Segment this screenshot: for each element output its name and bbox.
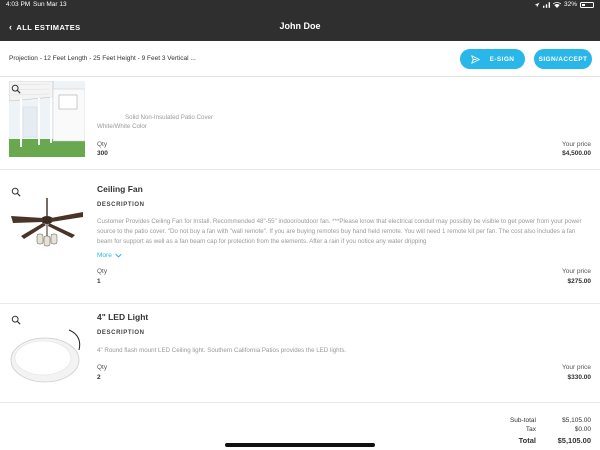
subtotal-row: Sub-total $5,105.00	[481, 417, 591, 426]
price-value: $4,500.00	[562, 150, 591, 157]
more-label: More	[97, 252, 112, 259]
item-description-line: White/White Color	[97, 123, 147, 130]
tax-label: Tax	[525, 426, 536, 433]
total-row: Total $5,105.00	[481, 436, 591, 445]
chevron-down-icon	[115, 253, 122, 258]
total-label: Total	[518, 436, 536, 445]
totals-summary: Sub-total $5,105.00 Tax $0.00 Total $5,1…	[481, 417, 591, 445]
qty-value: 2	[97, 374, 101, 381]
home-indicator[interactable]	[225, 443, 375, 447]
line-item-ceiling-fan: Ceiling Fan DESCRIPTION Customer Provide…	[0, 170, 600, 302]
status-indicators: 32%	[534, 1, 594, 8]
qty-label: Qty	[97, 141, 108, 148]
patio-cover-image[interactable]	[8, 80, 86, 157]
qty-value: 1	[97, 278, 101, 285]
sign-accept-button[interactable]: SIGN/ACCEPT	[534, 49, 592, 69]
item-description: Customer Provides Ceiling Fan for Instal…	[97, 218, 582, 245]
qty-label: Qty	[97, 268, 108, 275]
top-bar: 4:03 PM Sun Mar 13 32% ‹ ALL ESTIMATES J…	[0, 0, 600, 41]
status-date: Sun Mar 13	[33, 1, 67, 8]
subtotal-label: Sub-total	[509, 417, 536, 424]
divider	[0, 402, 600, 403]
e-sign-button[interactable]: E-SIGN	[460, 49, 525, 69]
status-bar: 4:03 PM Sun Mar 13 32%	[0, 0, 600, 10]
send-icon	[470, 54, 480, 64]
item-name: Ceiling Fan	[97, 184, 143, 194]
description-label: DESCRIPTION	[97, 202, 145, 208]
line-item-led-light: 4" LED Light DESCRIPTION 4" Round flash …	[0, 304, 600, 404]
status-time: 4:03 PM	[6, 1, 31, 8]
battery-icon	[580, 1, 594, 8]
subtotal-value: $5,105.00	[562, 417, 591, 424]
led-light-image[interactable]	[9, 320, 85, 396]
page-title: John Doe	[279, 21, 321, 31]
price-label: Your price	[561, 364, 591, 371]
line-item-patio-cover: Solid Non-Insulated Patio Cover White/Wh…	[0, 78, 600, 164]
price-value: $275.00	[567, 278, 592, 285]
header: ‹ ALL ESTIMATES John Doe	[0, 14, 600, 38]
location-icon	[534, 2, 540, 7]
item-name: 4" LED Light	[97, 312, 149, 322]
total-value: $5,105.00	[557, 436, 591, 445]
project-subheader: Projection - 12 Feet Length - 25 Feet He…	[0, 41, 600, 77]
price-label: Your price	[561, 141, 591, 148]
e-sign-label: E-SIGN	[489, 55, 515, 63]
tax-row: Tax $0.00	[481, 426, 591, 435]
led-light-illustration	[10, 329, 81, 383]
wifi-icon	[552, 1, 561, 8]
tax-value: $0.00	[574, 426, 591, 433]
description-label: DESCRIPTION	[97, 330, 145, 336]
project-title: Projection - 12 Feet Length - 25 Feet He…	[9, 55, 196, 62]
price-value: $330.00	[567, 374, 592, 381]
zoom-icon[interactable]	[11, 84, 21, 94]
signal-icon	[542, 1, 550, 8]
qty-label: Qty	[97, 364, 108, 371]
item-description: 4" Round flash mount LED Ceiling light. …	[97, 347, 347, 354]
battery-percent: 32%	[563, 1, 577, 8]
ceiling-fan-image[interactable]	[9, 190, 85, 266]
qty-value: 300	[97, 150, 108, 157]
ceiling-fan-illustration	[11, 198, 83, 247]
more-link[interactable]: More	[97, 252, 122, 259]
price-label: Your price	[561, 268, 591, 275]
